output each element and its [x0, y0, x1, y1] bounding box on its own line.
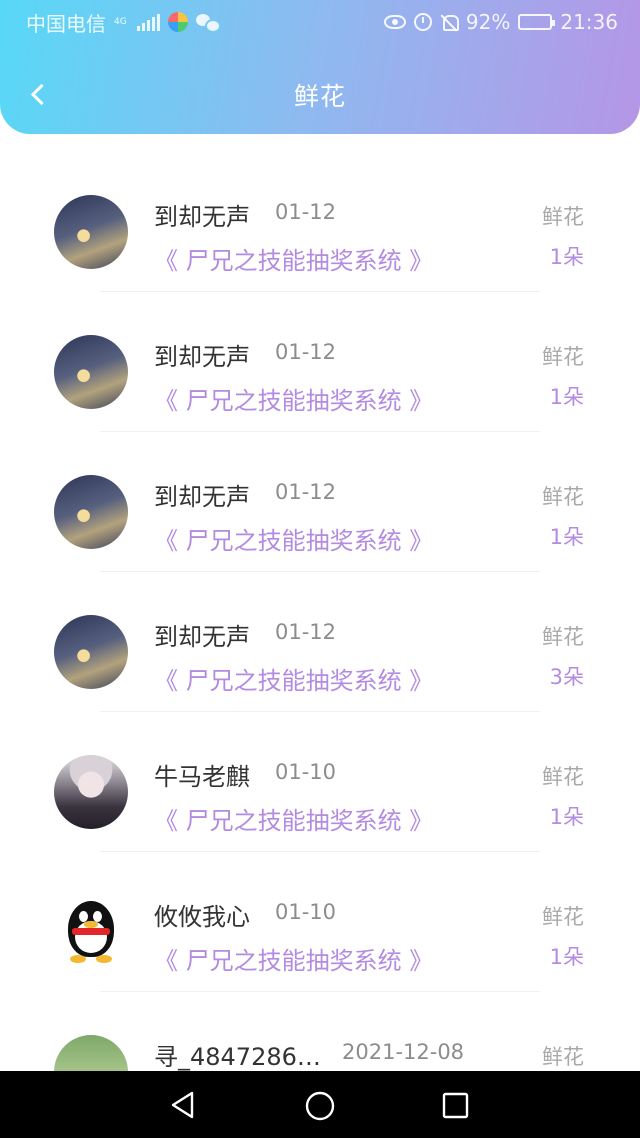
- user-name[interactable]: 牛马老麒: [154, 757, 250, 792]
- nav-bar: 鲜花: [0, 58, 640, 134]
- app-notification-icon: [167, 12, 188, 32]
- carrier-label: 中国电信: [26, 11, 106, 36]
- book-title-link[interactable]: 《 尸兄之技能抽奖系统 》: [154, 661, 433, 696]
- user-avatar[interactable]: [54, 615, 128, 689]
- header: 中国电信 4G 92% 21:36 鲜花: [0, 0, 640, 134]
- user-avatar[interactable]: [54, 195, 128, 269]
- book-title-link[interactable]: 《 尸兄之技能抽奖系统 》: [154, 801, 433, 836]
- gift-count: 1朵: [549, 945, 584, 969]
- gift-type-label: 鲜花: [542, 485, 584, 509]
- user-name[interactable]: 到却无声: [154, 337, 250, 372]
- page-title: 鲜花: [293, 82, 346, 111]
- gift-type-label: 鲜花: [542, 625, 584, 649]
- user-avatar[interactable]: [54, 475, 128, 549]
- gift-type-label: 鲜花: [542, 905, 584, 929]
- gift-date: 01-10: [275, 900, 337, 924]
- flower-gift-list: 到却无声 01-12 《 尸兄之技能抽奖系统 》鲜花 1朵 到却无声 01-12 《 尸兄之…: [0, 152, 640, 1132]
- gift-record-item[interactable]: 到却无声 01-12 《 尸兄之技能抽奖系统 》 鲜花 3朵: [0, 572, 640, 712]
- gift-record-item[interactable]: 攸攸我心 01-10 《 尸兄之技能抽奖系统 》 鲜花 1朵: [0, 852, 640, 992]
- nav-home-icon[interactable]: [305, 1091, 335, 1121]
- gift-type-label: 鲜花: [542, 765, 584, 789]
- nav-recent-apps-icon[interactable]: [442, 1092, 469, 1119]
- gift-record-item[interactable]: 到却无声 01-12 《 尸兄之技能抽奖系统 》 鲜花 1朵: [0, 432, 640, 572]
- user-avatar[interactable]: [54, 755, 128, 829]
- nav-back-icon[interactable]: [170, 1091, 196, 1119]
- gift-count: 1朵: [549, 525, 584, 549]
- book-title-link[interactable]: 《 尸兄之技能抽奖系统 》: [154, 381, 433, 416]
- wechat-icon: [195, 13, 221, 33]
- mute-icon: [440, 13, 459, 31]
- book-title-link[interactable]: 《 尸兄之技能抽奖系统 》: [154, 241, 433, 276]
- back-arrow-icon[interactable]: [26, 83, 48, 107]
- gift-date: 01-12: [275, 620, 337, 644]
- user-avatar[interactable]: [54, 335, 128, 409]
- gift-record-item[interactable]: 到却无声 01-12 《 尸兄之技能抽奖系统 》 鲜花 1朵: [0, 152, 640, 292]
- gift-type-label: 鲜花: [542, 1045, 584, 1069]
- network-type: 4G: [114, 16, 127, 27]
- gift-type-label: 鲜花: [542, 205, 584, 229]
- user-name[interactable]: 到却无声: [154, 617, 250, 652]
- user-name[interactable]: 到却无声: [154, 477, 250, 512]
- system-navigation-bar: [0, 1071, 640, 1138]
- user-name[interactable]: 攸攸我心: [154, 897, 250, 932]
- clock: 21:36: [560, 10, 618, 34]
- gift-count: 1朵: [549, 245, 584, 269]
- gift-date: 01-10: [275, 760, 337, 784]
- gift-record-item[interactable]: 牛马老麒 01-10 《 尸兄之技能抽奖系统 》 鲜花 1朵: [0, 712, 640, 852]
- battery-icon: [518, 14, 556, 30]
- eye-comfort-icon: [383, 15, 406, 29]
- book-title-link[interactable]: 《 尸兄之技能抽奖系统 》: [154, 941, 433, 976]
- alarm-icon: [413, 13, 432, 31]
- gift-date: 01-12: [275, 340, 337, 364]
- gift-count: 1朵: [549, 805, 584, 829]
- gift-date: 01-12: [275, 200, 337, 224]
- gift-type-label: 鲜花: [542, 345, 584, 369]
- status-bar: 中国电信 4G 92% 21:36: [0, 0, 640, 44]
- book-title-link[interactable]: 《 尸兄之技能抽奖系统 》: [154, 521, 433, 556]
- user-name[interactable]: 寻_4847286…: [154, 1037, 321, 1072]
- user-name[interactable]: 到却无声: [154, 197, 250, 232]
- gift-count: 3朵: [549, 665, 584, 689]
- user-avatar[interactable]: [54, 895, 128, 969]
- gift-date: 01-12: [275, 480, 337, 504]
- gift-record-item[interactable]: 到却无声 01-12 《 尸兄之技能抽奖系统 》 鲜花 1朵: [0, 292, 640, 432]
- battery-percent: 92%: [465, 10, 511, 34]
- gift-date: 2021-12-08: [342, 1040, 465, 1064]
- signal-icon: [136, 13, 160, 31]
- gift-count: 1朵: [549, 385, 584, 409]
